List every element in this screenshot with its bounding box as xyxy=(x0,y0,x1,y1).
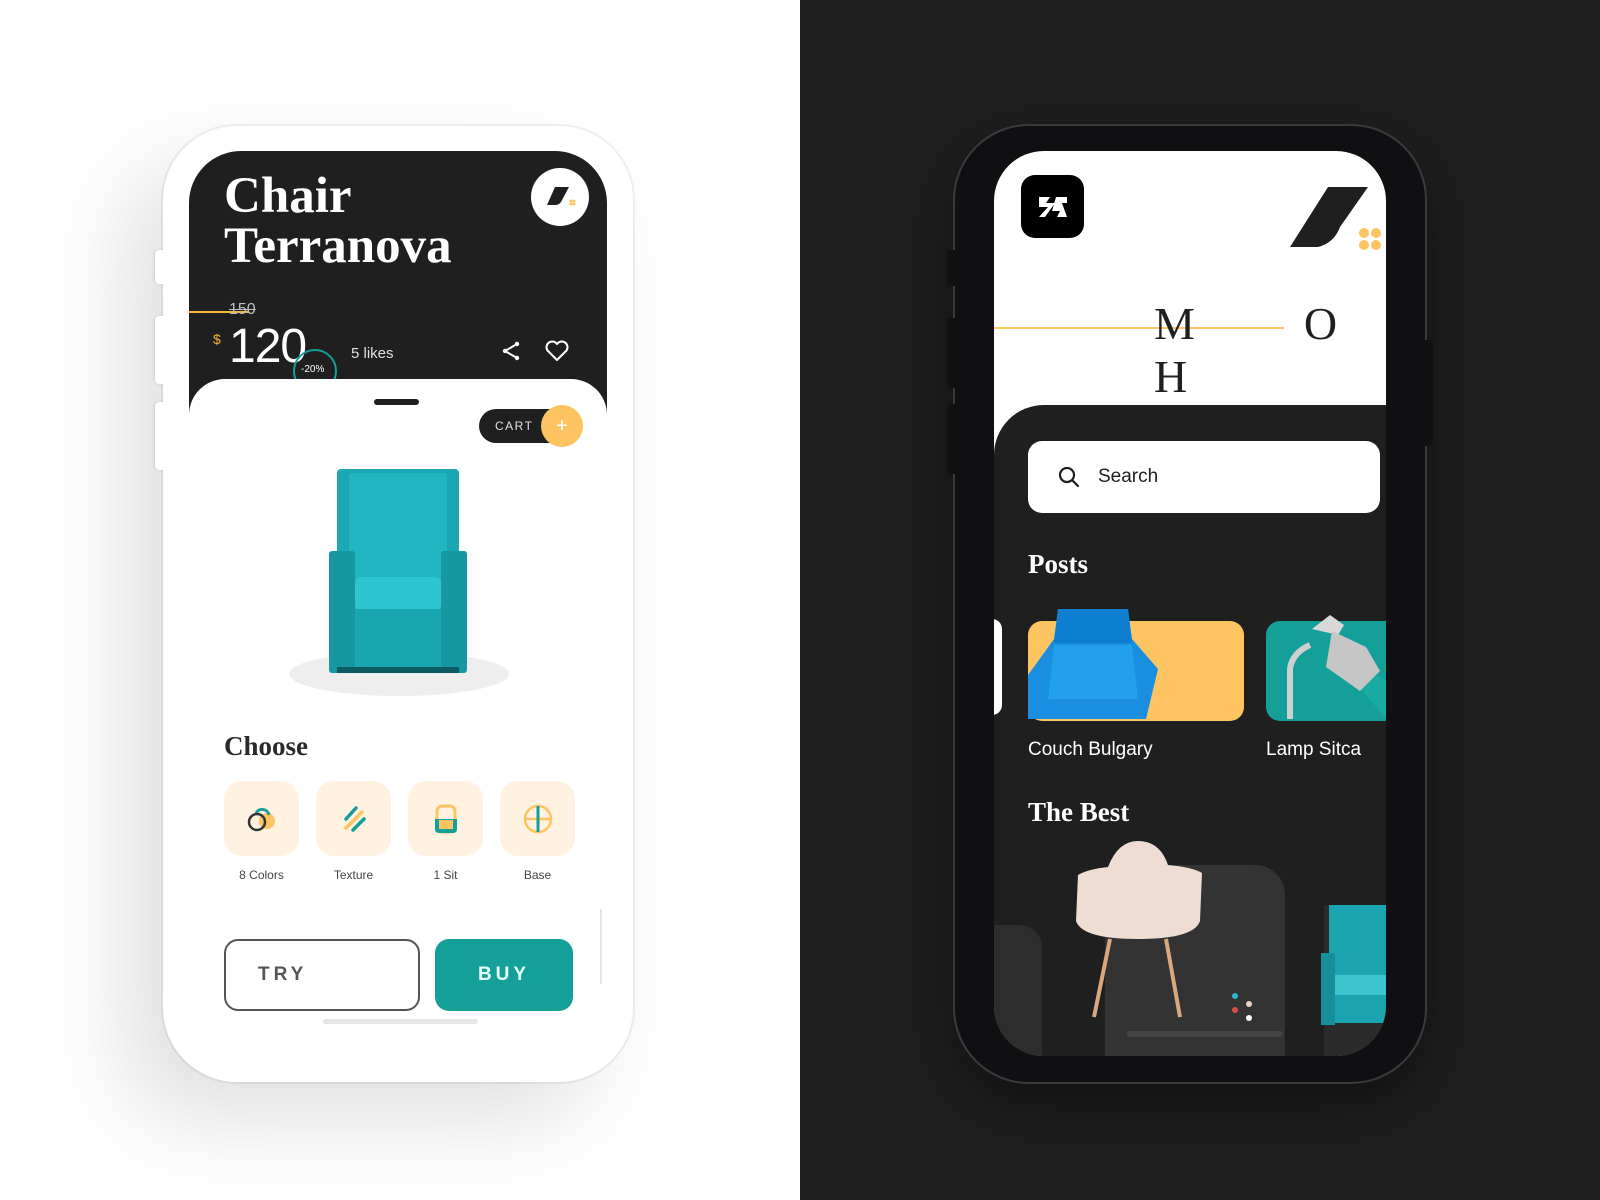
light-phone-frame: Chair Terranova 150 $ 120 -20% 5 likes C… xyxy=(155,126,633,1082)
likes-count: 5 likes xyxy=(351,345,394,362)
brand-mark-icon[interactable] xyxy=(1284,183,1386,259)
share-icon[interactable] xyxy=(499,339,523,363)
old-price: 150 xyxy=(229,301,256,318)
teal-armchair-thumb-image xyxy=(1321,905,1386,1025)
brand-letter: O xyxy=(1303,298,1338,349)
product-sheet: CART + Choose 8 Colors Texture 1 Sit Bas… xyxy=(189,379,607,1056)
color-dot-white[interactable] xyxy=(1246,1015,1252,1021)
brand-letter: M xyxy=(1154,298,1195,349)
previous-post-peek[interactable] xyxy=(994,619,1002,715)
search-input[interactable] xyxy=(1098,466,1358,488)
add-to-cart-button[interactable]: + xyxy=(541,405,583,447)
search-bar[interactable] xyxy=(1028,441,1380,513)
best-card-previous[interactable] xyxy=(994,925,1042,1056)
option-list: 8 Colors Texture 1 Sit Base xyxy=(224,781,575,882)
dark-phone-frame: M O H Posts xyxy=(947,126,1433,1082)
choose-heading: Choose xyxy=(224,731,309,761)
option-tile xyxy=(224,781,299,856)
mute-switch xyxy=(155,250,164,284)
volume-up-button xyxy=(155,316,164,384)
texture-icon xyxy=(343,805,366,832)
brand-mark-icon xyxy=(547,187,576,206)
teal-armchair-image xyxy=(289,469,509,696)
option-tile xyxy=(500,781,575,856)
buy-button[interactable]: BUY xyxy=(435,939,573,1011)
post-card[interactable]: Lamp Sitca xyxy=(1266,615,1386,761)
color-dot-red[interactable] xyxy=(1232,1007,1238,1013)
try-button[interactable]: TRY xyxy=(224,939,420,1011)
app-logo-icon xyxy=(1038,196,1067,217)
currency-symbol: $ xyxy=(213,331,221,347)
post-card[interactable]: Couch Bulgary xyxy=(1028,609,1244,761)
post-title: Lamp Sitca xyxy=(1266,739,1362,760)
post-image xyxy=(1028,609,1244,721)
mute-switch xyxy=(947,250,955,286)
heart-icon[interactable] xyxy=(544,339,570,363)
option-tile xyxy=(408,781,483,856)
product-detail-screen: Chair Terranova 150 $ 120 -20% 5 likes C… xyxy=(189,151,607,1056)
best-carousel xyxy=(994,841,1386,1056)
option-colors[interactable]: 8 Colors xyxy=(224,781,299,882)
post-title: Couch Bulgary xyxy=(1028,739,1153,760)
discount-badge: -20% xyxy=(301,364,325,375)
product-title: Chair Terranova xyxy=(224,168,452,274)
option-label: 8 Colors xyxy=(239,868,284,882)
color-dot-beige[interactable] xyxy=(1246,1001,1252,1007)
blue-chair-image xyxy=(1028,609,1158,719)
option-base[interactable]: Base xyxy=(500,781,575,882)
search-icon xyxy=(1058,466,1080,488)
seat-icon xyxy=(434,804,457,833)
post-image xyxy=(1266,615,1386,721)
content-panel: Posts Couch Bulgary xyxy=(994,405,1386,1056)
option-label: Base xyxy=(523,868,552,882)
volume-up-button xyxy=(947,318,955,388)
option-label: Texture xyxy=(333,868,374,882)
carousel-progress xyxy=(1127,1031,1283,1037)
option-texture[interactable]: Texture xyxy=(316,781,391,882)
volume-down-button xyxy=(155,402,164,470)
brand-letter: H xyxy=(1154,351,1188,402)
option-tile xyxy=(316,781,391,856)
base-icon xyxy=(523,804,552,833)
product-title-line2: Terranova xyxy=(224,218,452,274)
posts-heading: Posts xyxy=(1028,549,1088,579)
home-indicator[interactable] xyxy=(323,1019,478,1024)
light-mode-panel: Chair Terranova 150 $ 120 -20% 5 likes C… xyxy=(0,0,800,1200)
best-heading: The Best xyxy=(1028,797,1130,827)
scrollbar[interactable] xyxy=(600,909,602,984)
app-logo[interactable] xyxy=(1021,175,1084,238)
power-button xyxy=(1425,340,1433,446)
shell-chair-image xyxy=(1076,841,1202,1018)
lamp-image xyxy=(1287,615,1386,719)
brand-logo-button[interactable] xyxy=(531,168,589,226)
option-label: 1 Sit xyxy=(433,868,458,882)
home-screen: M O H Posts xyxy=(994,151,1386,1056)
option-seat[interactable]: 1 Sit xyxy=(408,781,483,882)
colors-icon xyxy=(247,807,275,831)
brand-wordmark: M O H xyxy=(1154,297,1386,403)
product-title-line1: Chair xyxy=(224,168,352,224)
sheet-grabber[interactable] xyxy=(374,399,419,405)
color-dot-blue[interactable] xyxy=(1232,993,1238,999)
volume-down-button xyxy=(947,404,955,474)
